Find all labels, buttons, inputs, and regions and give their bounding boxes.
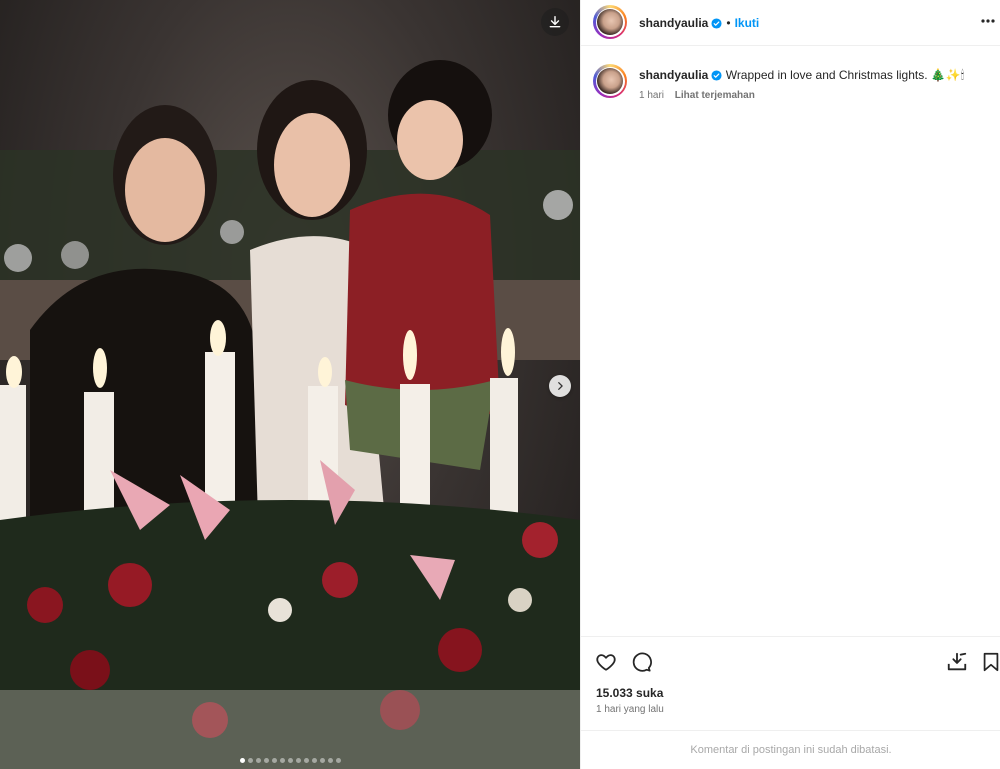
- caption-text: Wrapped in love and Christmas lights.: [725, 68, 928, 82]
- carousel-dot[interactable]: [304, 758, 309, 763]
- post-time: 1 hari yang lalu: [596, 704, 664, 715]
- carousel-dot[interactable]: [288, 758, 293, 763]
- header-separator: •: [726, 16, 731, 30]
- comment-icon[interactable]: [630, 651, 652, 673]
- caption-emoji: 🎄✨🕯: [930, 68, 965, 82]
- more-options-button[interactable]: [979, 12, 997, 30]
- carousel-dot[interactable]: [264, 758, 269, 763]
- comments-restricted-notice: Komentar di postingan ini sudah dibatasi…: [581, 730, 1000, 769]
- download-button[interactable]: [541, 8, 569, 36]
- header-username[interactable]: shandyaulia: [639, 16, 708, 30]
- carousel-dot[interactable]: [296, 758, 301, 763]
- carousel-dot[interactable]: [240, 758, 245, 763]
- caption-avatar[interactable]: [593, 64, 627, 98]
- carousel-next-button[interactable]: [549, 375, 571, 397]
- carousel-dot[interactable]: [336, 758, 341, 763]
- carousel-dots: [240, 758, 341, 763]
- caption-username[interactable]: shandyaulia: [639, 68, 708, 82]
- post-header: shandyaulia • Ikuti: [581, 0, 1000, 46]
- verified-badge-icon: [711, 70, 722, 81]
- carousel-dot[interactable]: [328, 758, 333, 763]
- chevron-right-icon: [558, 382, 563, 390]
- carousel-dot[interactable]: [320, 758, 325, 763]
- photo-scene: [0, 60, 580, 769]
- carousel-dot[interactable]: [272, 758, 277, 763]
- more-horizontal-icon: [981, 19, 995, 23]
- carousel-dot[interactable]: [256, 758, 261, 763]
- verified-badge-icon: [711, 18, 722, 29]
- see-translation-link[interactable]: Lihat terjemahan: [675, 90, 755, 101]
- comments-restricted-text: Komentar di postingan ini sudah dibatasi…: [690, 744, 892, 756]
- carousel-dot[interactable]: [312, 758, 317, 763]
- follow-button[interactable]: Ikuti: [735, 16, 760, 30]
- download-icon: [549, 16, 561, 28]
- carousel-dot[interactable]: [280, 758, 285, 763]
- avatar[interactable]: [593, 5, 627, 39]
- post-side-panel: shandyaulia • Ikuti shandyaulia Wrapped in…: [580, 0, 1000, 769]
- post-photo[interactable]: [0, 0, 580, 769]
- bookmark-icon[interactable]: [980, 651, 1000, 673]
- action-bar: [581, 636, 1000, 684]
- save-download-icon[interactable]: [946, 651, 968, 673]
- caption-meta: 1 hari Lihat terjemahan: [639, 90, 755, 101]
- heart-icon[interactable]: [595, 651, 617, 673]
- likes-count[interactable]: 15.033 suka: [596, 686, 663, 700]
- carousel-dot[interactable]: [248, 758, 253, 763]
- caption-time: 1 hari: [639, 90, 665, 101]
- caption: shandyaulia Wrapped in love and Christma…: [639, 68, 989, 83]
